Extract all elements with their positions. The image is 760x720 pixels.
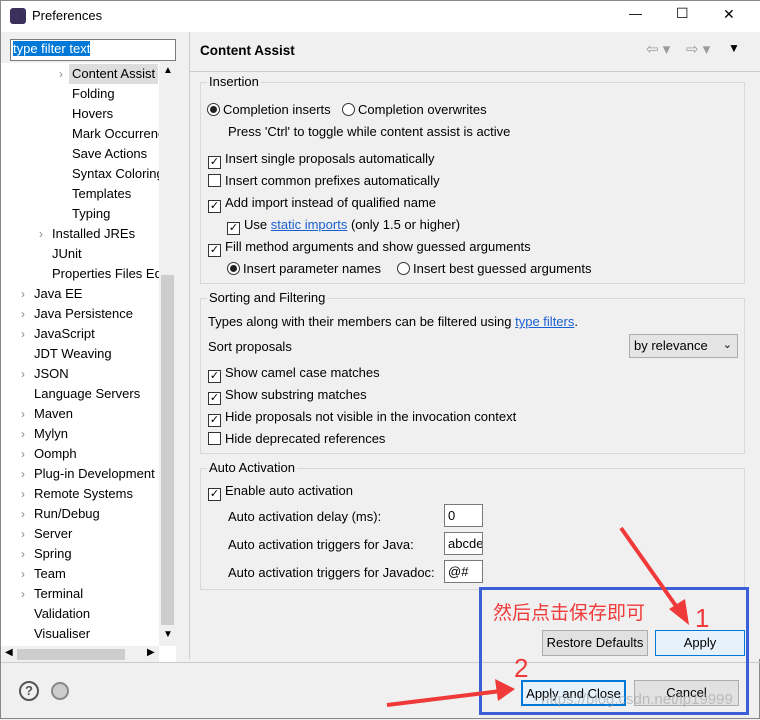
preferences-window: Preferences — ☐ ✕ type filter text › Cont… (0, 0, 760, 719)
watermark: https://blog.csdn.net/lp19999 (541, 691, 733, 708)
arrow-to-apply (619, 526, 683, 615)
annotation-arrows (386, 526, 689, 707)
arrow-to-apply-close (386, 689, 502, 707)
